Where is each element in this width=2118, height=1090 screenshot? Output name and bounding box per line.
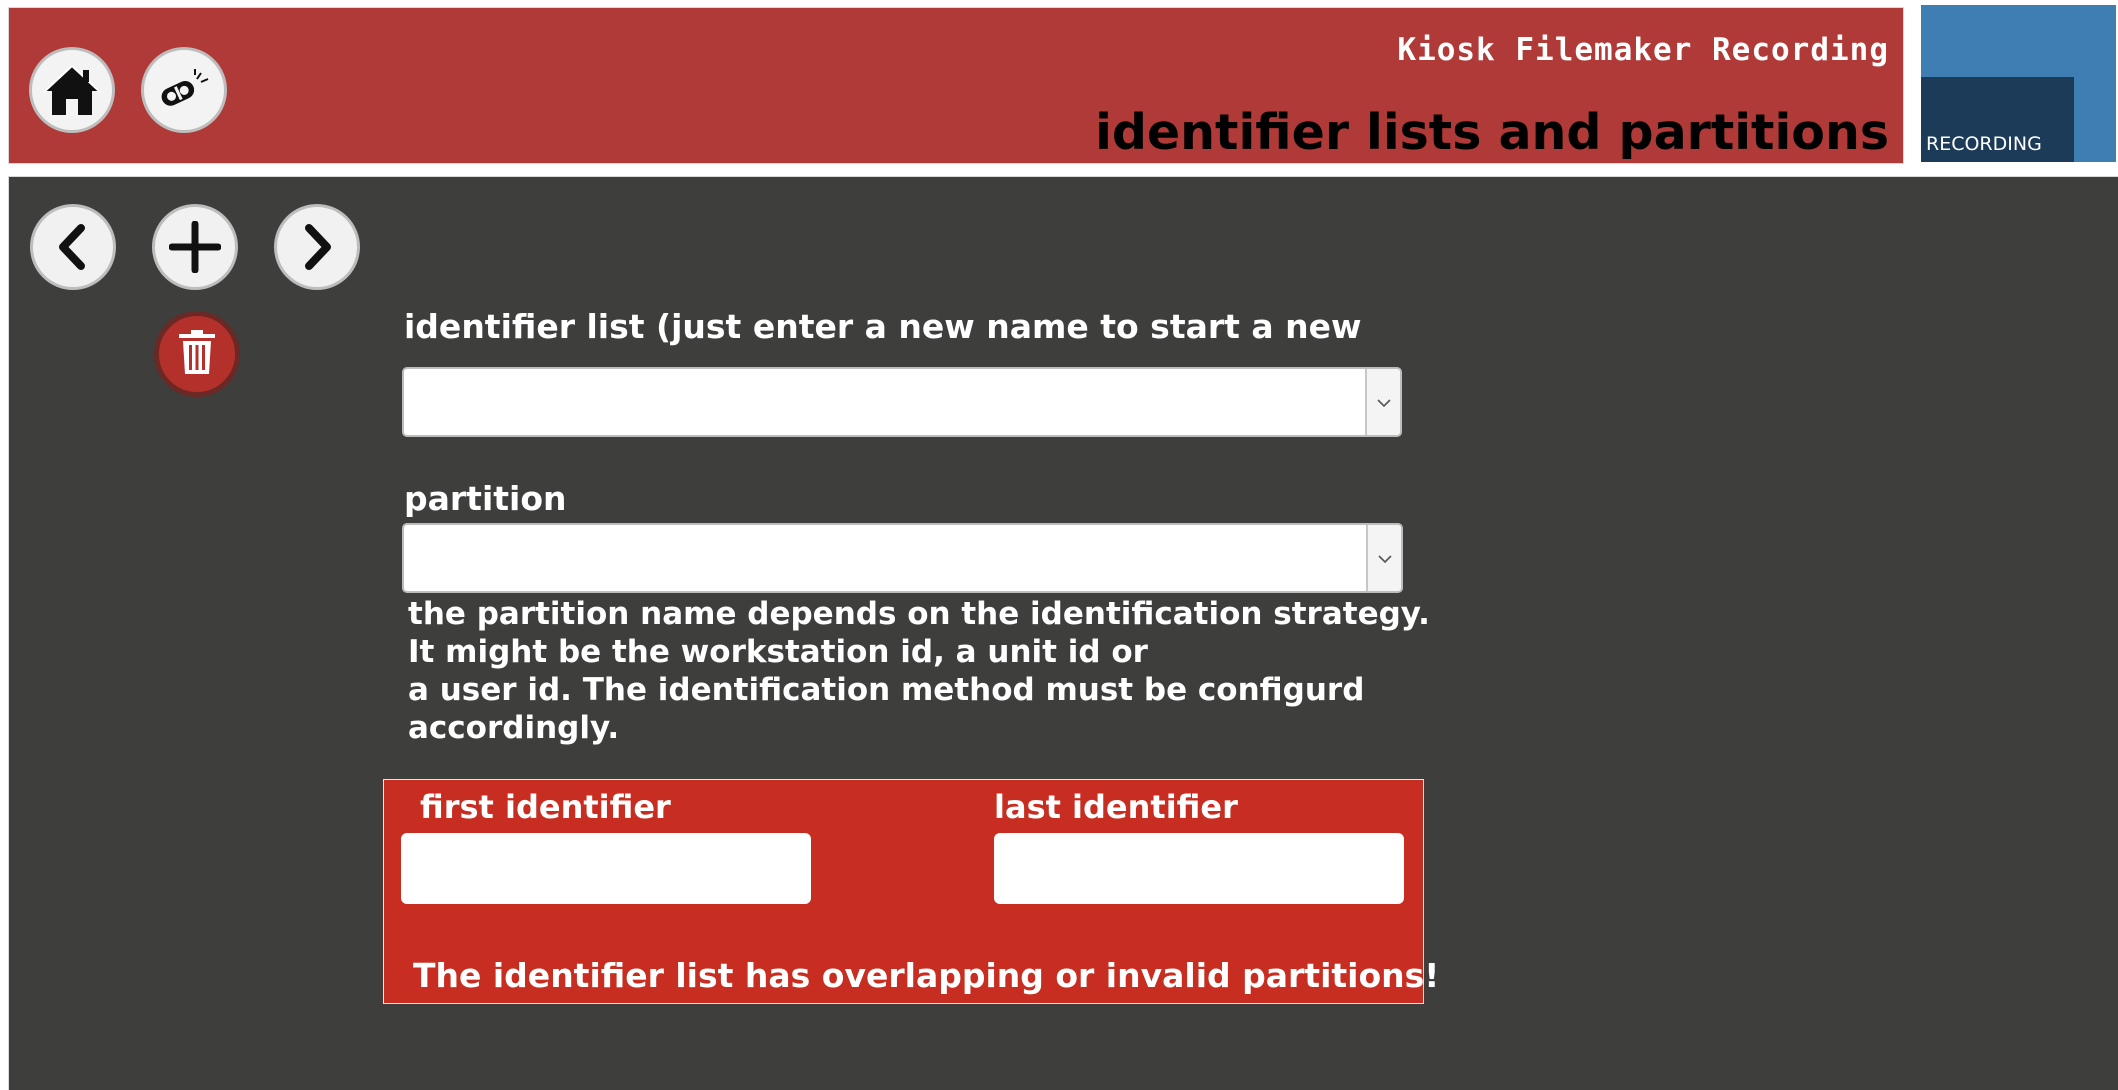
main-panel: identifier list (just enter a new name t… [8, 176, 2118, 1090]
last-identifier-label: last identifier [994, 788, 1238, 826]
partition-warning: The identifier list has overlapping or i… [413, 956, 1440, 995]
dropdown-arrow[interactable] [1365, 369, 1400, 435]
header-bar: Kiosk Filemaker Recording identifier lis… [8, 7, 1904, 164]
chevron-left-icon [53, 222, 93, 272]
previous-record-button[interactable] [30, 204, 116, 290]
page-title: identifier lists and partitions [1095, 104, 1889, 161]
chevron-right-icon [297, 222, 337, 272]
recording-logo: RECORDING [1921, 5, 2116, 162]
logo-text: RECORDING [1926, 133, 2042, 155]
identifier-list-label: identifier list (just enter a new name t… [404, 307, 1364, 346]
home-button[interactable] [29, 47, 115, 133]
first-identifier-label: first identifier [420, 788, 671, 826]
help-line: It might be the workstation id, a unit i… [408, 634, 1148, 670]
partition-help-text: the partition name depends on the identi… [408, 595, 1488, 747]
plus-icon [169, 221, 221, 273]
partition-label: partition [404, 479, 567, 518]
help-line: the partition name depends on the identi… [408, 596, 1430, 632]
next-record-button[interactable] [274, 204, 360, 290]
help-line: a user id. The identification method mus… [408, 672, 1365, 708]
add-record-button[interactable] [152, 204, 238, 290]
dropdown-arrow[interactable] [1366, 525, 1401, 591]
last-identifier-input[interactable] [994, 833, 1404, 904]
identifier-list-dropdown[interactable] [402, 367, 1402, 437]
settings-button[interactable] [141, 47, 227, 133]
first-identifier-input[interactable] [401, 833, 811, 904]
home-icon [43, 63, 101, 117]
chevron-down-icon [1376, 393, 1391, 412]
delete-record-button[interactable] [154, 311, 240, 397]
help-line: accordingly. [408, 710, 620, 746]
key-tools-icon [157, 67, 211, 113]
app-title: Kiosk Filemaker Recording [1397, 32, 1889, 68]
trash-icon [177, 329, 217, 379]
identifier-range-box: first identifier last identifier The ide… [383, 779, 1439, 1004]
partition-dropdown[interactable] [402, 523, 1403, 593]
chevron-down-icon [1377, 549, 1392, 568]
